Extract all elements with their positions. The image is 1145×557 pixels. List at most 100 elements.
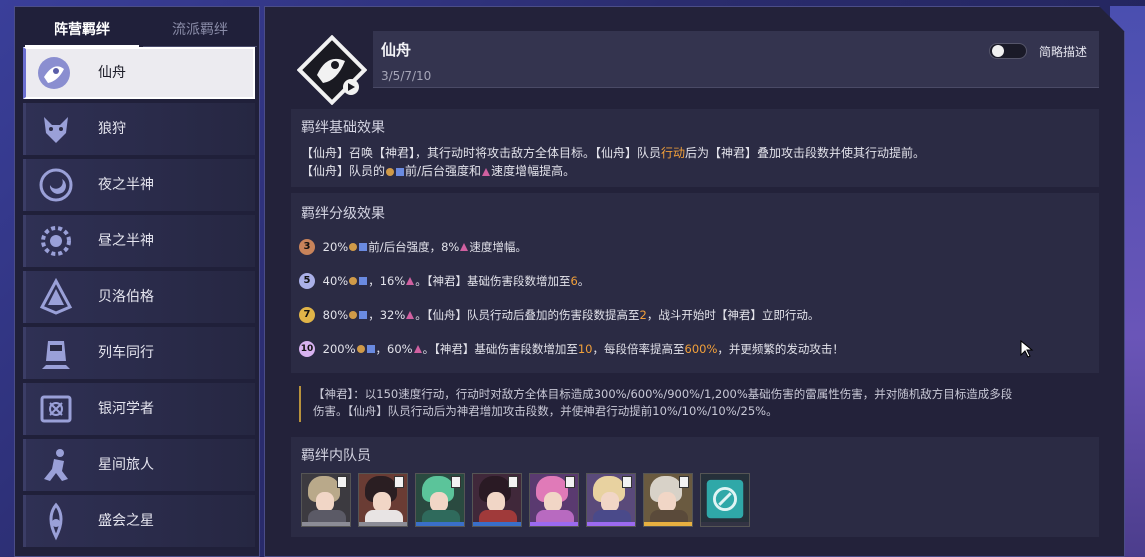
defense-icon [359, 311, 368, 319]
tab-school-bond[interactable]: 流派羁绊 [143, 13, 257, 47]
speed-icon [482, 167, 491, 176]
defense-icon [396, 167, 405, 176]
sidebar-item-xianzhou[interactable]: 仙舟 [23, 47, 255, 99]
member-portrait[interactable] [415, 473, 465, 527]
tier-badge: 3 [299, 239, 315, 255]
portrait-face [487, 492, 505, 512]
bond-members-title: 羁绊内队员 [301, 448, 371, 464]
tier-badge: 7 [299, 307, 315, 323]
divine-lord-token-icon [706, 479, 744, 519]
sidebar-item-star-traveler[interactable]: 星间旅人 [23, 439, 255, 491]
sidebar-item-label: 星间旅人 [98, 457, 154, 473]
portrait-face [430, 492, 448, 512]
sidebar-item-label: 昼之半神 [98, 233, 154, 249]
tier-10-row: 10 200% ，60% 。【神君】基础伤害段数增加至10，每段倍率提高至600%，… [299, 341, 844, 357]
tab-faction-bond[interactable]: 阵营羁绊 [25, 13, 139, 47]
rarity-strip [473, 522, 521, 526]
base-effect-section: 羁绊基础效果 【仙舟】召唤【神君】，其行动时将攻击敌方全体目标。【仙舟】队员行动… [291, 109, 1099, 187]
element-tag-icon [622, 476, 632, 488]
attack-icon [386, 167, 395, 176]
rarity-strip [530, 522, 578, 526]
portrait-face [601, 492, 619, 512]
element-tag-icon [451, 476, 461, 488]
sidebar-item-wolf[interactable]: 狼狩 [23, 103, 255, 155]
tier-badge: 10 [299, 341, 315, 357]
rarity-strip [587, 522, 635, 526]
summon-description-line2: 伤害。【仙舟】队员行动后为神君增加攻击段数，并使神君行动提前10%/10%/10… [313, 404, 778, 418]
belobog-icon [39, 277, 73, 315]
sidebar-item-day-demigod[interactable]: 昼之半神 [23, 215, 255, 267]
attack-icon [356, 345, 365, 353]
bond-header: 仙舟 3/5/7/10 简略描述 [373, 31, 1099, 88]
tier-effect-title: 羁绊分级效果 [301, 206, 385, 222]
traveler-icon [44, 449, 68, 481]
sidebar-item-festival-star[interactable]: 盛会之星 [23, 495, 255, 547]
portrait-face [373, 492, 391, 512]
sidebar-item-label: 仙舟 [98, 65, 126, 81]
wolf-icon [44, 117, 68, 143]
sidebar-item-label: 银河学者 [98, 401, 154, 417]
member-portrait[interactable] [700, 473, 750, 527]
sidebar-item-train[interactable]: 列车同行 [23, 327, 255, 379]
defense-icon [359, 277, 368, 285]
element-tag-icon [565, 476, 575, 488]
tier-effect-section: 羁绊分级效果 3 20% 前/后台强度，8% 速度增幅。 5 40% ，16% 。【神君… [291, 193, 1099, 373]
bond-members-section: 羁绊内队员 [291, 437, 1099, 537]
attack-icon [349, 277, 358, 285]
brief-desc-toggle-row: 简略描述 [977, 41, 1087, 61]
tier-3-row: 3 20% 前/后台强度，8% 速度增幅。 [299, 239, 527, 259]
sidebar-tabs: 阵营羁绊 流派羁绊 [25, 13, 257, 47]
defense-icon [359, 243, 368, 251]
tier-5-row: 5 40% ，16% 。【神君】基础伤害段数增加至6。 [299, 273, 589, 293]
tier-badge: 5 [299, 273, 315, 289]
sidebar-item-galaxy-scholar[interactable]: 银河学者 [23, 383, 255, 435]
rarity-strip [701, 522, 749, 526]
portrait-face [658, 492, 676, 512]
sidebar-item-label: 夜之半神 [98, 177, 154, 193]
moon-icon [39, 168, 73, 202]
bond-thresholds: 3/5/7/10 [381, 69, 432, 83]
base-effect-line1: 【仙舟】召唤【神君】，其行动时将攻击敌方全体目标。【仙舟】队员行动后为【神君】叠… [301, 146, 926, 160]
member-portrait[interactable] [472, 473, 522, 527]
bond-detail-panel: 仙舟 3/5/7/10 简略描述 羁绊基础效果 【仙舟】召唤【神君】，其行动时将… [264, 6, 1125, 557]
attack-icon [349, 243, 358, 251]
sun-icon [41, 226, 71, 256]
portrait-face [544, 492, 562, 512]
rarity-strip [644, 522, 692, 526]
toggle-knob [992, 45, 1004, 57]
member-portrait[interactable] [358, 473, 408, 527]
speed-icon [460, 243, 469, 251]
sidebar-item-label: 盛会之星 [98, 513, 154, 529]
sidebar-item-label: 贝洛伯格 [98, 289, 154, 305]
xianzhou-emblem-icon [297, 35, 367, 105]
defense-icon [366, 345, 375, 353]
speed-icon [406, 277, 415, 285]
element-tag-icon [508, 476, 518, 488]
member-portrait[interactable] [586, 473, 636, 527]
base-effect-title: 羁绊基础效果 [301, 120, 385, 136]
speed-icon [413, 345, 422, 353]
attack-icon [349, 311, 358, 319]
brief-desc-label: 简略描述 [1038, 45, 1087, 59]
summon-description: 【神君】：以150速度行动，行动时对敌方全体目标造成300%/600%/900%… [299, 386, 1089, 422]
brief-desc-toggle[interactable] [989, 43, 1027, 59]
book-icon [40, 395, 72, 423]
xianzhou-icon [38, 57, 70, 89]
member-portrait[interactable] [643, 473, 693, 527]
member-portrait[interactable] [529, 473, 579, 527]
rarity-strip [302, 522, 350, 526]
mouse-cursor-icon [1020, 340, 1034, 358]
portrait-face [316, 492, 334, 512]
rarity-strip [359, 522, 407, 526]
element-tag-icon [394, 476, 404, 488]
sidebar-item-belobog[interactable]: 贝洛伯格 [23, 271, 255, 323]
star-icon [49, 502, 63, 541]
member-portrait[interactable] [301, 473, 351, 527]
bond-list: 仙舟 狼狩 夜之半神 昼之半神 贝洛伯格 列车同行 银河学者 星间旅人 盛会之星 [23, 47, 259, 551]
sidebar-item-night-demigod[interactable]: 夜之半神 [23, 159, 255, 211]
element-tag-icon [679, 476, 689, 488]
bond-name: 仙舟 [381, 41, 412, 59]
train-icon [42, 341, 70, 369]
rarity-strip [416, 522, 464, 526]
sidebar-item-label: 狼狩 [98, 121, 126, 137]
